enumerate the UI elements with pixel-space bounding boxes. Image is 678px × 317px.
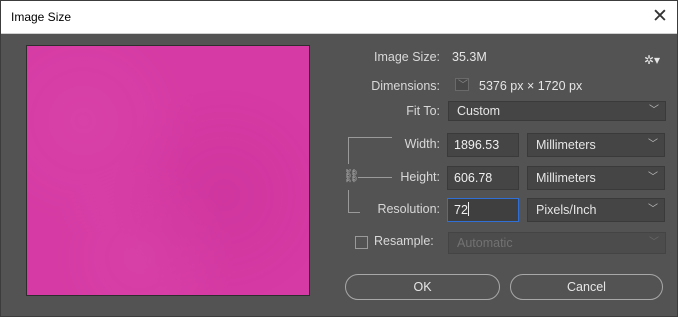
link-bracket-bottom-horizontal — [348, 212, 360, 213]
cancel-button[interactable]: Cancel — [510, 274, 663, 300]
height-input[interactable]: 606.78 — [447, 166, 519, 190]
chevron-down-icon: ﹀ — [458, 80, 468, 91]
dimensions-value: 5376 px × 1720 px — [479, 79, 583, 93]
dialog-content: Image Size: 35.3M ✲▾ Dimensions: ﹀ 5376 … — [14, 38, 668, 308]
width-input[interactable]: 1896.53 — [447, 133, 519, 157]
gear-icon[interactable]: ✲▾ — [644, 53, 664, 67]
dimensions-dropdown-toggle[interactable]: ﹀ — [455, 78, 469, 91]
ok-button[interactable]: OK — [345, 274, 500, 300]
chevron-down-icon: ﹀ — [649, 105, 659, 116]
height-label: Height: — [400, 170, 440, 184]
resample-checkbox[interactable] — [355, 236, 368, 249]
chevron-down-icon: ﹀ — [648, 139, 658, 150]
resolution-value: 72 — [454, 203, 468, 217]
chevron-down-icon: ﹀ — [648, 204, 658, 215]
image-size-label: Image Size: — [373, 50, 440, 64]
width-unit-select[interactable]: Millimeters ﹀ — [527, 133, 665, 157]
resolution-unit-select[interactable]: Pixels/Inch ﹀ — [527, 198, 665, 222]
height-unit-select[interactable]: Millimeters ﹀ — [527, 166, 665, 190]
height-unit-value: Millimeters — [536, 171, 596, 185]
fit-to-select[interactable]: Custom ﹀ — [448, 101, 666, 121]
link-bracket-top-vertical — [348, 137, 349, 164]
dimensions-label: Dimensions: — [371, 79, 440, 93]
width-label: Width: — [404, 137, 440, 151]
image-size-value: 35.3M — [452, 50, 487, 64]
resolution-input[interactable]: 72 — [447, 198, 519, 222]
resample-method-value: Automatic — [457, 236, 513, 250]
width-unit-value: Millimeters — [536, 138, 596, 152]
close-icon[interactable]: ✕ — [649, 6, 671, 28]
fit-to-value: Custom — [457, 104, 501, 118]
chevron-down-icon: ﹀ — [649, 237, 659, 248]
resolution-unit-value: Pixels/Inch — [536, 203, 597, 217]
resample-method-select: Automatic ﹀ — [448, 232, 666, 254]
link-bracket-bottom-vertical — [348, 190, 349, 212]
preview-texture — [27, 46, 309, 295]
image-size-dialog: Image Size ✕ Image Size: 35.3M ✲▾ Dimens… — [0, 0, 678, 317]
resolution-label: Resolution: — [377, 202, 440, 216]
image-preview[interactable] — [26, 45, 310, 296]
chevron-down-icon: ﹀ — [648, 172, 658, 183]
text-caret — [467, 202, 469, 216]
title-bar: Image Size ✕ — [1, 1, 677, 34]
dialog-title: Image Size — [11, 10, 72, 24]
fit-to-label: Fit To: — [406, 104, 440, 118]
resample-label: Resample: — [374, 234, 434, 248]
chain-link-icon[interactable]: ⛓ — [343, 168, 360, 184]
